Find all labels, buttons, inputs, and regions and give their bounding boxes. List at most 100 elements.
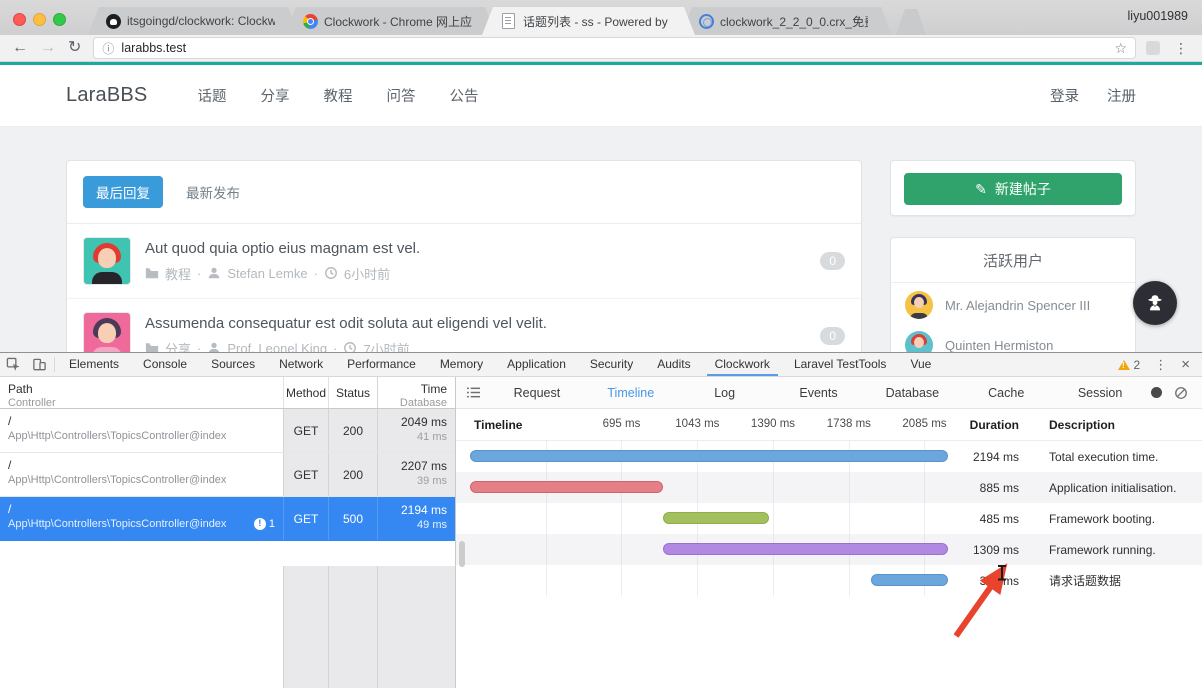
window-zoom-button[interactable] [53, 13, 66, 26]
topic-avatar[interactable] [83, 312, 131, 352]
clockwork-subtab[interactable]: Database [865, 386, 959, 400]
header-status: Status [328, 377, 377, 408]
nav-link[interactable]: 分享 [260, 85, 289, 106]
devtools-tab[interactable]: Laravel TestTools [786, 353, 895, 376]
topic-author[interactable]: Prof. Leonel King [227, 341, 327, 353]
timeline-description: Total execution time. [1019, 450, 1202, 464]
scrollbar-thumb[interactable] [459, 541, 465, 567]
timeline-row[interactable]: 2194 ms Total execution time. [456, 441, 1202, 472]
request-path-cell: / App\Http\Controllers\TopicsController@… [0, 453, 283, 496]
user-name[interactable]: Mr. Alejandrin Spencer III [945, 298, 1090, 313]
timeline-row[interactable]: 356 ms 请求话题数据 [456, 565, 1202, 596]
devtools-tab[interactable]: Memory [432, 353, 491, 376]
device-toolbar-icon[interactable] [26, 353, 52, 376]
devtools-tab[interactable]: Vue [902, 353, 939, 376]
devtools-tab[interactable]: Security [582, 353, 641, 376]
window-close-button[interactable] [13, 13, 26, 26]
devtools-close-icon[interactable]: × [1181, 356, 1190, 373]
topic-time: 7小时前 [363, 339, 409, 353]
active-users-card: 活跃用户 Mr. Alejandrin Spencer III Quinten … [890, 237, 1136, 352]
site-logo[interactable]: LaraBBS [66, 84, 147, 107]
new-tab-button[interactable] [896, 9, 926, 35]
timeline-chart-cell [456, 441, 963, 472]
devtools-menu-icon[interactable]: ⋮ [1154, 357, 1167, 373]
clockwork-subtab[interactable]: Events [772, 386, 866, 400]
reply-count-badge: 0 [820, 252, 845, 270]
topic-sort-tab[interactable]: 最后回复 [83, 176, 163, 208]
clock-icon [324, 266, 338, 280]
request-row[interactable]: / App\Http\Controllers\TopicsController@… [0, 497, 455, 541]
timeline-duration: 885 ms [963, 481, 1019, 495]
record-icon[interactable] [1151, 387, 1162, 398]
topic-author[interactable]: Stefan Lemke [227, 266, 307, 281]
address-bar[interactable]: ⓘ larabbs.test ☆ [93, 37, 1136, 59]
clockwork-subtab[interactable]: Timeline [584, 386, 678, 400]
url-text[interactable]: larabbs.test [121, 41, 186, 55]
browser-profile-name[interactable]: liyu001989 [1128, 9, 1188, 23]
nav-link[interactable]: 教程 [323, 85, 352, 106]
request-row[interactable]: / App\Http\Controllers\TopicsController@… [0, 453, 455, 497]
auth-link[interactable]: 登录 [1050, 85, 1079, 106]
new-post-button[interactable]: ✎ 新建帖子 [904, 173, 1122, 205]
timeline-header: Timeline 695 ms 1043 ms 1390 ms 1738 ms … [456, 409, 1202, 441]
browser-menu-icon[interactable]: ⋮ [1174, 40, 1188, 57]
devtools-tab[interactable]: Clockwork [707, 353, 778, 376]
topic-row[interactable]: Aut quod quia optio eius magnam est vel.… [67, 224, 861, 299]
browser-tab[interactable]: Clockwork - Chrome 网上应用店 [285, 7, 496, 35]
devtools-tab[interactable]: Network [271, 353, 331, 376]
empty-status-col [328, 566, 377, 688]
auth-link[interactable]: 注册 [1107, 85, 1136, 106]
topic-row[interactable]: Assumenda consequatur est odit soluta au… [67, 299, 861, 352]
window-minimize-button[interactable] [33, 13, 46, 26]
timeline-description: 请求话题数据 [1019, 572, 1202, 589]
topic-sort-tab[interactable]: 最新发布 [173, 176, 253, 208]
active-user-row[interactable]: Mr. Alejandrin Spencer III [891, 283, 1135, 323]
timeline-row[interactable]: 885 ms Application initialisation. [456, 472, 1202, 503]
topic-category[interactable]: 教程 [165, 264, 191, 283]
folder-icon [145, 266, 159, 280]
user-name[interactable]: Quinten Hermiston [945, 338, 1053, 353]
forward-button[interactable]: → [40, 40, 56, 56]
clockwork-subtab[interactable]: Session [1053, 386, 1147, 400]
request-path: / [8, 458, 275, 473]
nav-link[interactable]: 公告 [449, 85, 478, 106]
timeline-row[interactable]: 1309 ms Framework running. [456, 534, 1202, 565]
request-method: GET [283, 409, 328, 452]
timeline-col-title: Timeline [474, 418, 522, 432]
devtools-tab[interactable]: Audits [649, 353, 698, 376]
clockwork-toolbar-icons [1147, 386, 1202, 400]
sidebar-toggle-icon[interactable] [456, 386, 490, 399]
clear-icon[interactable] [1174, 386, 1188, 400]
topic-title[interactable]: Aut quod quia optio eius magnam est vel. [145, 240, 808, 257]
clockwork-subtab[interactable]: Cache [959, 386, 1053, 400]
nav-link[interactable]: 问答 [386, 85, 415, 106]
user-avatar[interactable] [905, 291, 933, 319]
nav-link[interactable]: 话题 [197, 85, 226, 106]
devtools-tab[interactable]: Performance [339, 353, 424, 376]
spy-fab-button[interactable] [1133, 281, 1177, 325]
browser-tab[interactable]: clockwork_2_2_0_0.crx_免费高 [681, 7, 892, 35]
topic-category[interactable]: 分享 [165, 339, 191, 353]
browser-tab[interactable]: 话题列表 - ss - Powered by Lar [482, 7, 695, 35]
page-info-icon[interactable]: ⓘ [102, 40, 114, 57]
request-row[interactable]: / App\Http\Controllers\TopicsController@… [0, 409, 455, 453]
clockwork-subtab[interactable]: Request [490, 386, 584, 400]
extension-icon[interactable] [1146, 41, 1160, 55]
devtools-tab[interactable]: Elements [61, 353, 127, 376]
topic-avatar[interactable] [83, 237, 131, 285]
bookmark-star-icon[interactable]: ☆ [1114, 40, 1127, 57]
browser-tabstrip: itsgoingd/clockwork: Clockwor Clockwork … [88, 7, 926, 35]
inspect-element-icon[interactable] [0, 353, 26, 376]
console-warnings[interactable]: 2 [1118, 358, 1141, 372]
user-avatar[interactable] [905, 331, 933, 352]
clockwork-subtab[interactable]: Log [678, 386, 772, 400]
devtools-tab[interactable]: Sources [203, 353, 263, 376]
devtools-tab[interactable]: Application [499, 353, 574, 376]
topic-title[interactable]: Assumenda consequatur est odit soluta au… [145, 315, 808, 332]
back-button[interactable]: ← [12, 40, 28, 56]
devtools-tab[interactable]: Console [135, 353, 195, 376]
active-user-row[interactable]: Quinten Hermiston [891, 323, 1135, 352]
browser-tab[interactable]: itsgoingd/clockwork: Clockwor [88, 7, 299, 35]
timeline-row[interactable]: 485 ms Framework booting. [456, 503, 1202, 534]
reload-button[interactable]: ↻ [68, 40, 81, 56]
